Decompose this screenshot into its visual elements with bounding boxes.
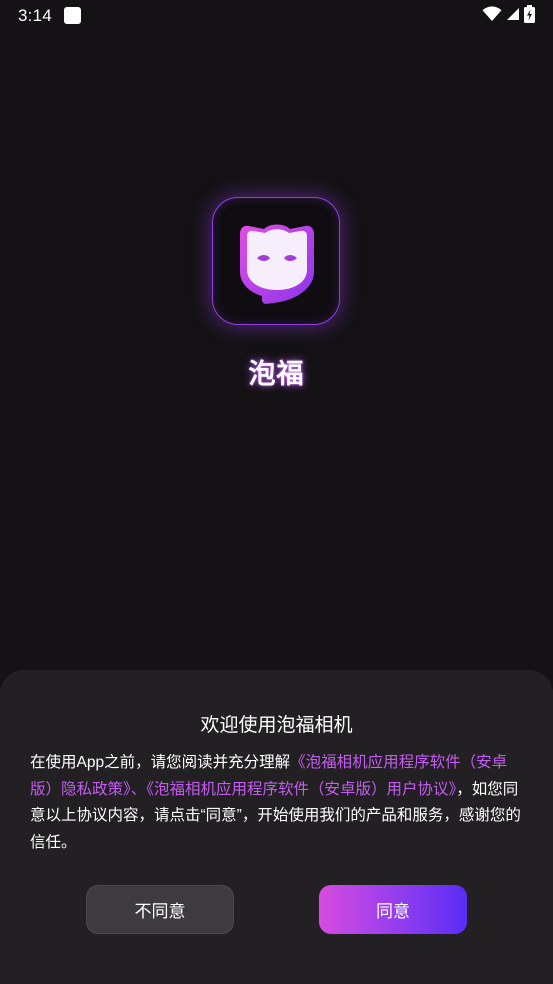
mask-icon [240,224,314,304]
user-agreement-link[interactable]: 《泡福相机应用程序软件（安卓版）用户协议》 [146,781,456,798]
app-logo [212,197,340,325]
status-bar: 3:14 [0,0,553,32]
app-name: 泡福 [248,359,305,389]
agree-button[interactable]: 同意 [319,885,467,934]
wifi-icon [482,5,502,27]
status-icons [482,4,535,28]
privacy-dialog: 欢迎使用泡福相机 在使用App之前，请您阅读并充分理解《泡福相机应用程序软件（安… [0,670,553,984]
notification-square-icon [64,7,81,24]
signal-icon [506,7,520,26]
disagree-button[interactable]: 不同意 [86,885,234,934]
dialog-intro-text: 在使用App之前，请您阅读并充分理解 [30,754,291,771]
status-time: 3:14 [18,6,52,25]
dialog-body: 在使用App之前，请您阅读并充分理解《泡福相机应用程序软件（安卓版）隐私政策》、… [30,750,526,856]
link-separator: 、 [130,780,147,798]
dialog-title: 欢迎使用泡福相机 [200,715,353,736]
battery-charging-icon [524,4,535,28]
